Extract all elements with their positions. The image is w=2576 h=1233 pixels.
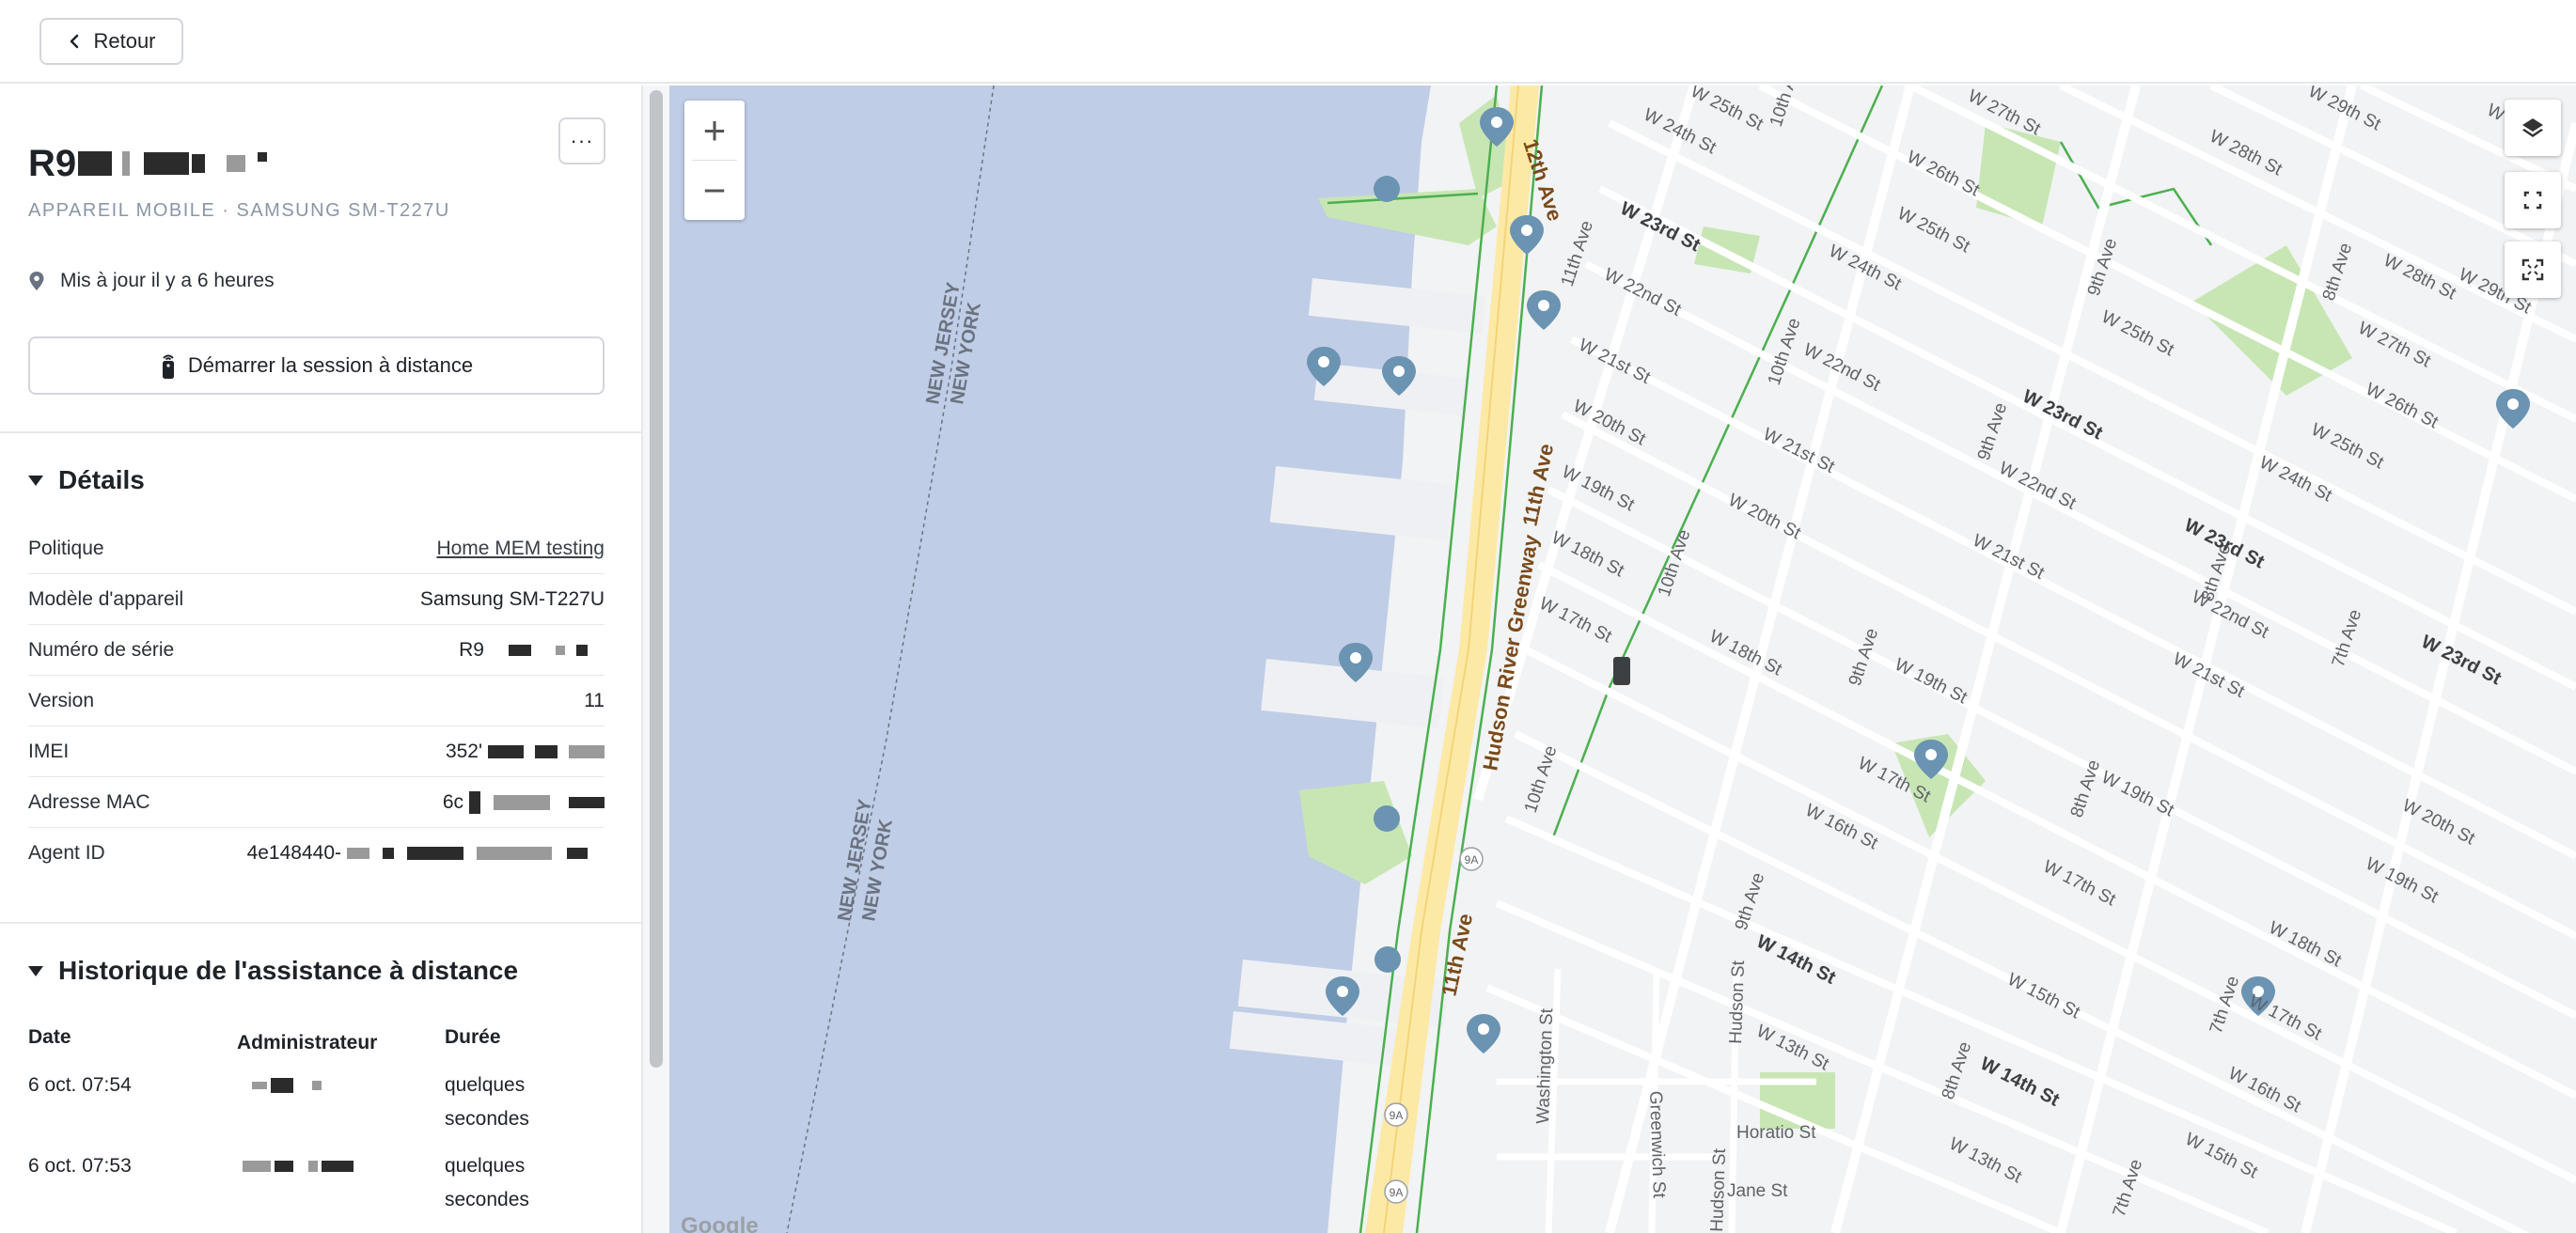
detail-key: Politique: [28, 537, 104, 559]
caret-down-icon: [28, 475, 43, 486]
mac-prefix: 6c: [442, 790, 463, 813]
details-section-toggle[interactable]: Détails: [28, 465, 145, 495]
expand-icon: [2521, 258, 2544, 281]
label-greenwich-st: Greenwich St: [1645, 1090, 1669, 1198]
device-location-marker: [1613, 657, 1630, 685]
map-view[interactable]: NEW JERSEY NEW YORK NEW JERSEY NEW YORK: [669, 86, 2576, 1233]
duration-line-2: secondes: [445, 1108, 529, 1130]
zoom-in-button[interactable]: +: [684, 101, 745, 160]
detail-key: Adresse MAC: [28, 790, 150, 813]
divider: [0, 431, 641, 433]
fit-bounds-button[interactable]: [2505, 172, 2561, 228]
start-remote-session-label: Démarrer la session à distance: [187, 353, 474, 377]
details-list: Politique Home MEM testing Modèle d'appa…: [28, 523, 605, 879]
svg-text:9A: 9A: [1390, 1186, 1404, 1199]
agent-id-prefix: 4e148440-: [246, 842, 341, 864]
location-pin-icon: [29, 272, 44, 290]
google-logo: Google: [681, 1213, 759, 1233]
detail-value: Samsung SM-T227U: [419, 587, 605, 610]
zoom-controls: + −: [684, 101, 745, 220]
detail-key: Version: [28, 689, 95, 711]
history-row: 6 oct. 07:54 quelques secondes: [28, 1069, 605, 1136]
duration-line-1: quelques: [445, 1074, 526, 1096]
detail-value-mac: 6c: [442, 790, 605, 814]
caret-down-icon: [28, 965, 43, 976]
label-jane-st: Jane St: [1727, 1181, 1788, 1201]
policy-link[interactable]: Home MEM testing: [436, 538, 605, 560]
history-title: Historique de l'assistance à distance: [58, 956, 519, 985]
detail-value-imei: 352': [446, 741, 605, 763]
serial-prefix: R9: [459, 638, 484, 661]
device-panel: R9 ··· APPAREIL MOBILE · SAMSUNG SM-T227…: [0, 86, 641, 1233]
detail-row-agent-id: Agent ID 4e148440-: [28, 828, 605, 879]
history-table-header: Date Administrateur Durée: [28, 1026, 605, 1060]
detail-row-version: Version 11: [28, 676, 605, 726]
history-duration: quelques secondes: [445, 1069, 605, 1136]
history-admin-redacted: [237, 1069, 445, 1102]
detail-row-model: Modèle d'appareil Samsung SM-T227U: [28, 574, 605, 625]
detail-row-policy: Politique Home MEM testing: [28, 523, 605, 574]
remote-device-icon: [162, 354, 174, 379]
last-updated: Mis à jour il y a 6 heures: [28, 270, 275, 292]
history-date: 6 oct. 07:54: [28, 1074, 132, 1096]
top-bar: Retour: [0, 0, 2576, 84]
chevron-left-icon: [71, 34, 79, 49]
detail-value-agent-id: 4e148440-: [247, 842, 605, 865]
map-canvas[interactable]: NEW JERSEY NEW YORK NEW JERSEY NEW YORK: [669, 86, 2576, 1233]
layers-button[interactable]: [2505, 100, 2561, 156]
start-remote-session-button[interactable]: Démarrer la session à distance: [28, 336, 605, 395]
history-section-toggle[interactable]: Historique de l'assistance à distance: [28, 956, 518, 986]
label-hudson-st: Hudson St: [1726, 960, 1749, 1044]
svg-text:9A: 9A: [1390, 1109, 1404, 1122]
divider: [0, 922, 641, 924]
imei-prefix: 352': [445, 740, 482, 762]
detail-value: 11: [584, 689, 605, 711]
zoom-out-button[interactable]: −: [684, 161, 745, 220]
detail-key: IMEI: [28, 740, 70, 762]
detail-row-serial: Numéro de série R9: [28, 625, 605, 676]
label-washington-st: Washington St: [1533, 1007, 1557, 1124]
header-date: Date: [28, 1026, 71, 1048]
layers-icon: [2522, 118, 2543, 137]
detail-key: Agent ID: [28, 842, 105, 864]
detail-value-serial: R9: [459, 639, 605, 662]
ellipsis-icon: ···: [570, 129, 594, 152]
label-horatio-st: Horatio St: [1736, 1123, 1816, 1143]
last-updated-text: Mis à jour il y a 6 heures: [60, 270, 275, 291]
back-label: Retour: [93, 29, 156, 53]
duration-line-1: quelques: [445, 1155, 526, 1177]
device-title: R9: [28, 140, 268, 187]
detail-key: Numéro de série: [28, 638, 175, 661]
device-subtitle: APPAREIL MOBILE · SAMSUNG SM-T227U: [28, 200, 450, 221]
device-title-text: R9: [28, 142, 77, 184]
more-actions-button[interactable]: ···: [558, 117, 605, 164]
details-title: Détails: [58, 465, 145, 494]
detail-row-imei: IMEI 352': [28, 726, 605, 777]
header-admin: Administrateur: [237, 1032, 378, 1054]
header-duration: Durée: [445, 1026, 501, 1048]
back-button[interactable]: Retour: [39, 18, 183, 65]
detail-key: Modèle d'appareil: [28, 587, 184, 610]
history-date: 6 oct. 07:53: [28, 1155, 132, 1177]
panel-scrollbar-thumb[interactable]: [650, 90, 663, 1068]
duration-line-2: secondes: [445, 1189, 529, 1210]
history-row: 6 oct. 07:53 quelques secondes: [28, 1149, 605, 1217]
svg-text:9A: 9A: [1465, 853, 1479, 866]
history-duration: quelques secondes: [445, 1149, 605, 1217]
history-admin-redacted: [237, 1149, 445, 1183]
fullscreen-button[interactable]: [2505, 242, 2561, 298]
redacted-serial: [78, 151, 268, 176]
frame-icon: [2523, 191, 2542, 210]
hudson-river: [669, 86, 1431, 1233]
detail-row-mac: Adresse MAC 6c: [28, 777, 605, 828]
